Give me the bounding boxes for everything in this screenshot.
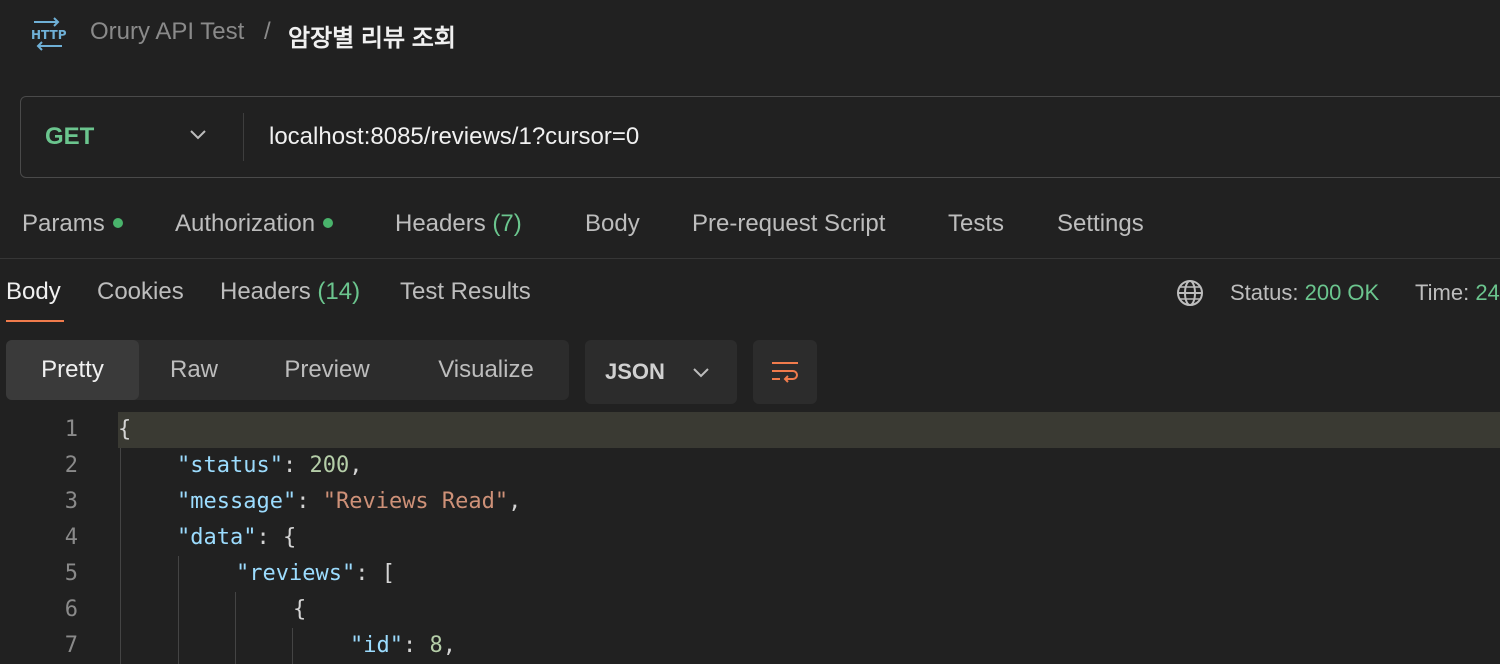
tab-tests[interactable]: Tests [948, 210, 1004, 238]
code-line: 2 "status": 200, [0, 448, 1500, 484]
current-line-highlight [118, 412, 1500, 448]
line-number: 6 [64, 597, 78, 622]
breadcrumb-collection[interactable]: Orury API Test [90, 18, 244, 46]
line-number: 1 [64, 417, 78, 442]
format-pretty-button[interactable]: Pretty [6, 340, 139, 400]
tab-headers[interactable]: Headers (7) [395, 210, 522, 238]
code-text: "status": 200, [177, 453, 363, 478]
params-indicator-dot [112, 217, 123, 228]
authorization-indicator-dot [323, 217, 334, 228]
method-select[interactable]: GET [45, 123, 94, 151]
code-text: "reviews": [ [236, 561, 395, 586]
request-header: HTTP Orury API Test / 암장별 리뷰 조회 [0, 0, 1500, 68]
indent-guide [292, 628, 293, 664]
code-line: 3 "message": "Reviews Read", [0, 484, 1500, 520]
tab-authorization[interactable]: Authorization [175, 210, 334, 238]
section-divider [0, 258, 1500, 259]
code-text: "id": 8, [350, 633, 456, 658]
code-text: { [118, 417, 132, 442]
language-select[interactable]: JSON [585, 340, 737, 404]
response-body-code[interactable]: 1 { 2 "status": 200, 3 "message": "Revie… [0, 412, 1500, 664]
format-visualize-button[interactable]: Visualize [406, 340, 566, 400]
response-time: Time: 24 [1415, 280, 1500, 305]
chevron-down-icon [693, 368, 709, 378]
request-title[interactable]: 암장별 리뷰 조회 [288, 18, 456, 53]
http-icon: HTTP [31, 17, 67, 51]
format-raw-button[interactable]: Raw [139, 340, 249, 400]
postman-window: HTTP Orury API Test / 암장별 리뷰 조회 GET loca… [0, 0, 1500, 664]
code-line: 1 { [0, 412, 1500, 448]
code-line: 6 { [0, 592, 1500, 628]
line-number: 2 [64, 453, 78, 478]
tab-body[interactable]: Body [585, 210, 640, 238]
wrap-lines-icon [772, 362, 798, 383]
line-number: 7 [64, 633, 78, 658]
line-number: 3 [64, 489, 78, 514]
indent-guide [178, 556, 179, 664]
url-bar: GET localhost:8085/reviews/1?cursor=0 [20, 96, 1500, 178]
response-tab-body[interactable]: Body [6, 278, 61, 306]
response-tab-headers[interactable]: Headers (14) [220, 278, 360, 306]
response-status: Status: 200 OK [1230, 280, 1380, 305]
wrap-lines-button[interactable] [753, 340, 817, 404]
svg-text:HTTP: HTTP [31, 28, 67, 42]
chevron-down-icon[interactable] [187, 123, 209, 145]
indent-guide [235, 592, 236, 664]
url-input[interactable]: localhost:8085/reviews/1?cursor=0 [269, 123, 639, 151]
tab-settings[interactable]: Settings [1057, 210, 1144, 238]
request-tabs: Params Authorization Headers (7) Body Pr… [0, 206, 1500, 246]
active-tab-underline [6, 320, 64, 322]
globe-icon[interactable] [1175, 278, 1205, 308]
response-tab-test-results[interactable]: Test Results [400, 278, 531, 306]
url-divider [243, 113, 244, 161]
code-text: { [293, 597, 307, 622]
format-segmented-control: Pretty Raw Preview Visualize [6, 340, 569, 400]
code-text: "data": { [177, 525, 297, 550]
code-line: 4 "data": { [0, 520, 1500, 556]
code-line: 5 "reviews": [ [0, 556, 1500, 592]
format-preview-button[interactable]: Preview [256, 340, 398, 400]
tab-pre-request-script[interactable]: Pre-request Script [692, 210, 885, 238]
line-number: 5 [64, 561, 78, 586]
language-label: JSON [605, 359, 665, 384]
tab-params[interactable]: Params [22, 210, 123, 238]
code-line: 7 "id": 8, [0, 628, 1500, 664]
indent-guide [120, 448, 121, 664]
breadcrumb-separator: / [264, 18, 271, 45]
response-tab-cookies[interactable]: Cookies [97, 278, 184, 306]
line-number: 4 [64, 525, 78, 550]
code-text: "message": "Reviews Read", [177, 489, 522, 514]
